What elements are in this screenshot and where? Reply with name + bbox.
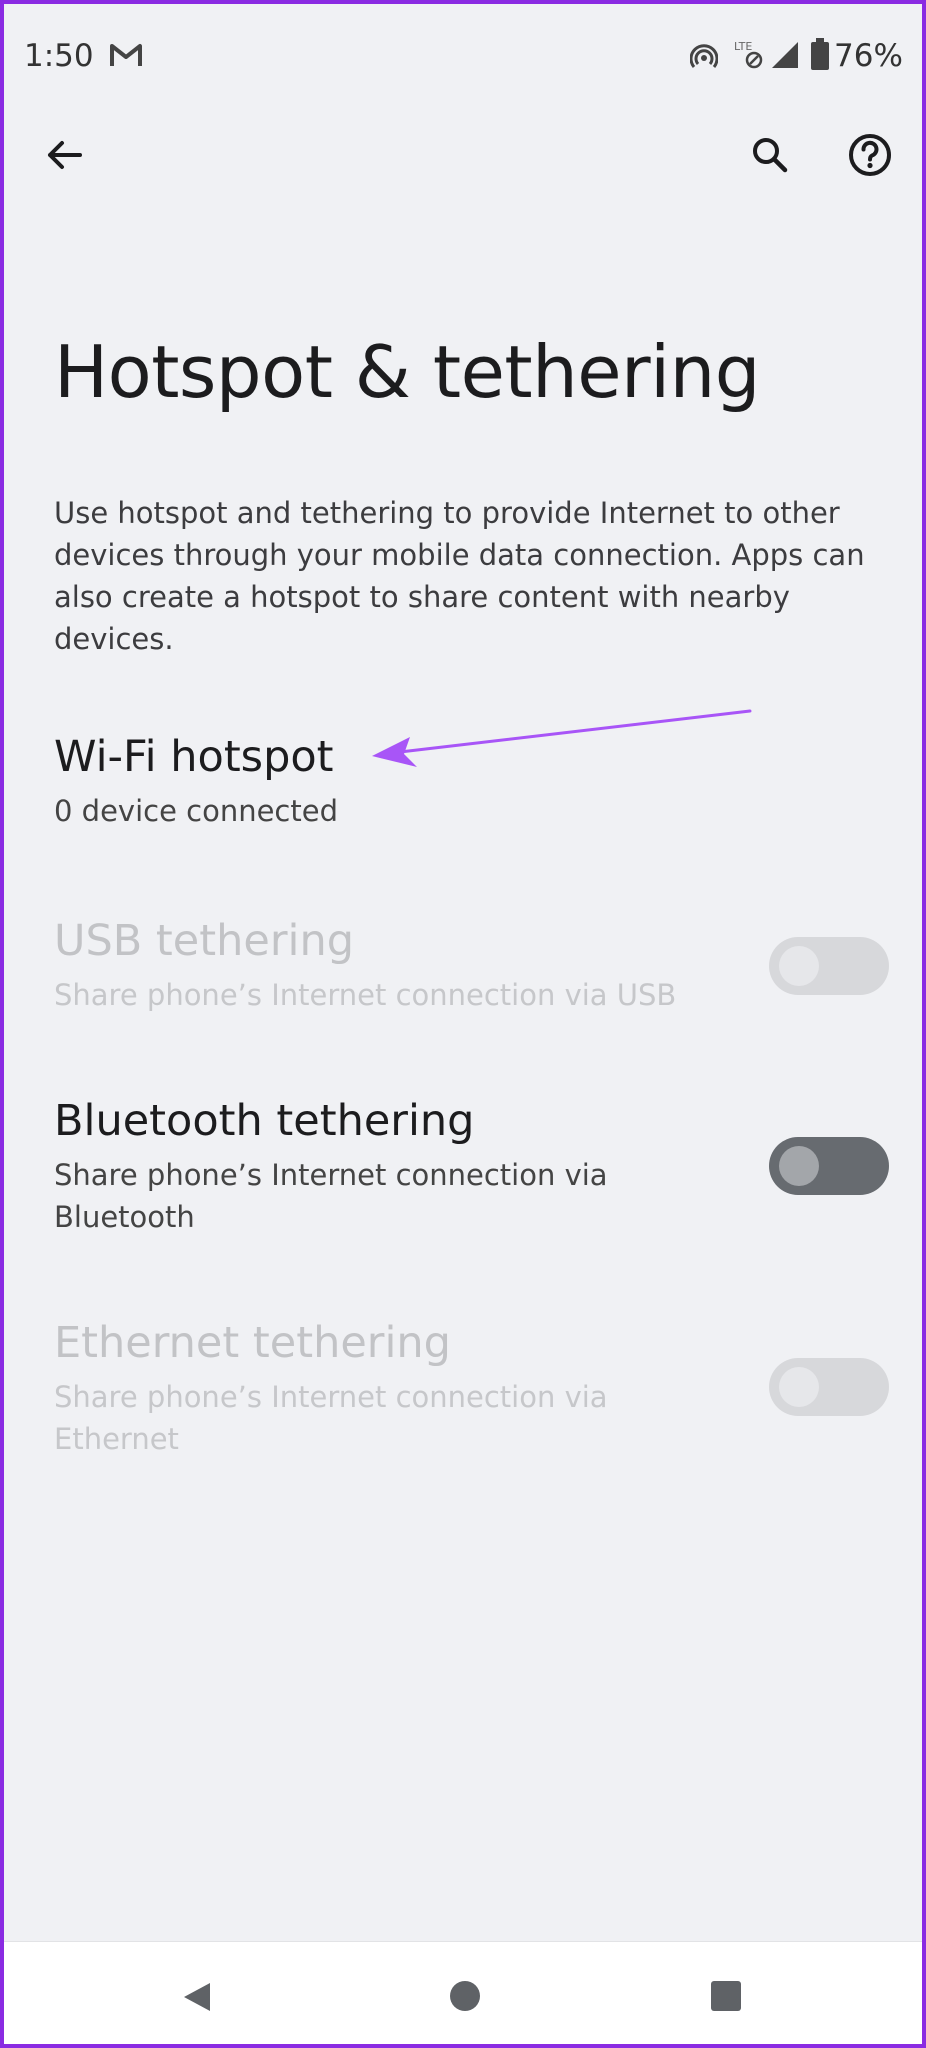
nav-recents-icon[interactable] bbox=[710, 1980, 742, 2012]
page-description: Use hotspot and tethering to provide Int… bbox=[54, 496, 865, 656]
toggle-thumb bbox=[779, 1367, 819, 1407]
toggle-thumb bbox=[779, 1146, 819, 1186]
usb-tethering-subtitle: Share phone’s Internet connection via US… bbox=[54, 978, 677, 1012]
page-title: Hotspot & tethering bbox=[54, 330, 760, 414]
battery-percentage: 76% bbox=[834, 38, 903, 74]
toggle-thumb bbox=[779, 946, 819, 986]
signal-icon bbox=[772, 42, 798, 68]
screenshot-border bbox=[0, 0, 926, 2048]
status-time: 1:50 bbox=[24, 38, 94, 74]
search-icon[interactable] bbox=[745, 130, 795, 180]
battery-icon bbox=[811, 38, 829, 70]
ethernet-tethering-item: Ethernet tethering Share phone’s Interne… bbox=[54, 1318, 874, 1460]
wifi-hotspot-subtitle: 0 device connected bbox=[54, 794, 338, 828]
back-arrow-icon[interactable] bbox=[40, 130, 90, 180]
bluetooth-tethering-subtitle: Share phone’s Internet connection via Bl… bbox=[54, 1158, 608, 1234]
lte-icon: LTE bbox=[734, 40, 763, 69]
gmail-icon bbox=[110, 44, 142, 66]
usb-tethering-toggle bbox=[769, 937, 889, 995]
usb-tethering-item: USB tethering Share phone’s Internet con… bbox=[54, 916, 874, 1016]
nav-home-icon[interactable] bbox=[449, 1980, 481, 2012]
nav-back-icon[interactable] bbox=[180, 1980, 214, 2014]
navigation-bar bbox=[4, 1941, 922, 2044]
annotation-arrow bbox=[372, 709, 752, 767]
bluetooth-tethering-toggle[interactable] bbox=[769, 1137, 889, 1195]
ethernet-tethering-title: Ethernet tethering bbox=[54, 1318, 451, 1368]
ethernet-tethering-toggle bbox=[769, 1358, 889, 1416]
bluetooth-tethering-item[interactable]: Bluetooth tethering Share phone’s Intern… bbox=[54, 1096, 874, 1238]
ethernet-tethering-subtitle: Share phone’s Internet connection via Et… bbox=[54, 1380, 608, 1456]
usb-tethering-title: USB tethering bbox=[54, 916, 354, 966]
help-icon[interactable] bbox=[845, 130, 895, 180]
svg-text:LTE: LTE bbox=[734, 40, 752, 53]
status-bar: 1:50 LTE 76% bbox=[0, 0, 926, 116]
bluetooth-tethering-title: Bluetooth tethering bbox=[54, 1096, 475, 1146]
hotspot-icon bbox=[690, 44, 718, 68]
